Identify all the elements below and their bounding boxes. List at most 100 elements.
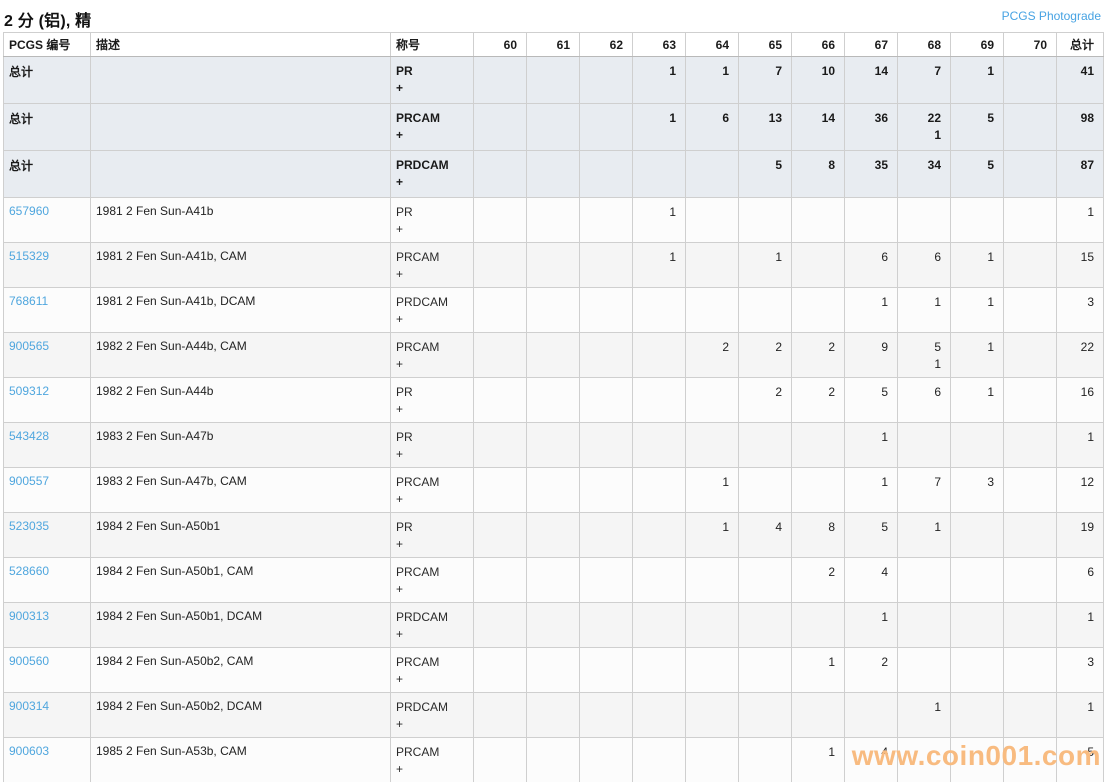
pcgs-number-link[interactable]: 900560: [9, 654, 49, 668]
pcgs-number-link[interactable]: 543428: [9, 429, 49, 443]
grade-plus-value: [585, 401, 623, 418]
table-row: 6579601981 2 Fen Sun-A41bPR+11: [4, 198, 1104, 243]
grade-plus-value: [1009, 266, 1047, 283]
grade-plus-value: [479, 127, 517, 144]
grade-plus-value: [797, 80, 835, 97]
grade-value: [638, 699, 676, 716]
pcgs-number-link[interactable]: 509312: [9, 384, 49, 398]
grade-value: [585, 157, 623, 174]
pcgs-number-link[interactable]: 900565: [9, 339, 49, 353]
grade-plus-value: [532, 266, 570, 283]
grade-63-cell: [633, 693, 686, 738]
pcgs-number-cell: 657960: [4, 198, 91, 243]
grade-plus-value: [797, 356, 835, 373]
grade-plus-value: [1009, 221, 1047, 238]
grade-value: [479, 339, 517, 356]
grade-65-cell: 7: [739, 57, 792, 104]
grade-value: 34: [903, 157, 941, 174]
grade-plus-value: [691, 266, 729, 283]
grade-62-cell: [580, 648, 633, 693]
grade-value: [1009, 654, 1047, 671]
total-value: 98: [1062, 110, 1094, 127]
grade-value: [532, 110, 570, 127]
grade-64-cell: [686, 243, 739, 288]
header-grade-64: 64: [686, 33, 739, 57]
grade-value: [585, 654, 623, 671]
grade-value: [479, 249, 517, 266]
grade-61-cell: [527, 104, 580, 151]
grade-value: [956, 699, 994, 716]
pcgs-number-link[interactable]: 900603: [9, 744, 49, 758]
grade-69-cell: [951, 603, 1004, 648]
designation-plus: +: [396, 356, 468, 373]
grade-63-cell: 1: [633, 198, 686, 243]
grade-plus-value: [744, 80, 782, 97]
pcgs-number-link[interactable]: 657960: [9, 204, 49, 218]
grade-60-cell: [474, 288, 527, 333]
total-value: 1: [1062, 429, 1094, 446]
designation-plus: +: [396, 716, 468, 733]
grade-value: [532, 699, 570, 716]
grade-plus-value: [691, 401, 729, 418]
grade-value: [744, 609, 782, 626]
grade-plus-value: [585, 356, 623, 373]
grade-plus-value: [1009, 401, 1047, 418]
grade-plus-value: [797, 401, 835, 418]
designation-label: PR: [396, 519, 468, 536]
grade-value: [532, 157, 570, 174]
grade-plus-value: [691, 356, 729, 373]
grade-value: [532, 384, 570, 401]
grade-value: 1: [850, 609, 888, 626]
table-row: 9005651982 2 Fen Sun-A44b, CAMPRCAM+2229…: [4, 333, 1104, 378]
grade-plus-value: [903, 716, 941, 733]
grade-60-cell: [474, 151, 527, 198]
pcgs-number-link[interactable]: 515329: [9, 249, 49, 263]
grade-value: 1: [850, 474, 888, 491]
grade-60-cell: [474, 738, 527, 782]
grade-value: 2: [850, 654, 888, 671]
grade-plus-value: [638, 311, 676, 328]
grade-63-cell: [633, 648, 686, 693]
grade-70-cell: [1004, 378, 1057, 423]
pcgs-number-link[interactable]: 528660: [9, 564, 49, 578]
grade-plus-value: [532, 80, 570, 97]
grade-64-cell: [686, 603, 739, 648]
grade-plus-value: [956, 266, 994, 283]
grade-value: [903, 654, 941, 671]
grade-plus-value: [1009, 491, 1047, 508]
grade-67-cell: 5: [845, 513, 898, 558]
pcgs-number-link[interactable]: 768611: [9, 294, 48, 308]
grade-62-cell: [580, 423, 633, 468]
grade-plus-value: [479, 401, 517, 418]
grade-plus-value: [691, 311, 729, 328]
grade-69-cell: 1: [951, 288, 1004, 333]
grade-plus-value: [797, 311, 835, 328]
grade-plus-value: [903, 761, 941, 778]
grade-plus-value: [956, 80, 994, 97]
grade-value: 7: [903, 63, 941, 80]
designation-label: PRCAM: [396, 339, 468, 356]
grade-plus-value: [797, 536, 835, 553]
description-cell: 1984 2 Fen Sun-A50b2, DCAM: [91, 693, 391, 738]
grade-67-cell: 5: [845, 378, 898, 423]
grade-63-cell: 1: [633, 104, 686, 151]
total-value: 1: [1062, 699, 1094, 716]
grade-value: 2: [797, 564, 835, 581]
grade-value: 1: [850, 429, 888, 446]
pcgs-number-link[interactable]: 900313: [9, 609, 49, 623]
grade-value: 1: [903, 699, 941, 716]
grade-plus-value: [797, 127, 835, 144]
grade-plus-value: [691, 581, 729, 598]
pcgs-number-link[interactable]: 523035: [9, 519, 49, 533]
grade-plus-value: [585, 536, 623, 553]
grade-value: [797, 249, 835, 266]
grade-plus-value: [532, 221, 570, 238]
pcgs-number-link[interactable]: 900314: [9, 699, 49, 713]
grade-68-cell: 6: [898, 243, 951, 288]
grade-value: [744, 474, 782, 491]
pcgs-number-link[interactable]: 900557: [9, 474, 49, 488]
grade-60-cell: [474, 378, 527, 423]
photograde-link[interactable]: PCGS Photograde: [1002, 9, 1101, 23]
grade-plus-value: [850, 761, 888, 778]
grade-plus-value: [1009, 311, 1047, 328]
